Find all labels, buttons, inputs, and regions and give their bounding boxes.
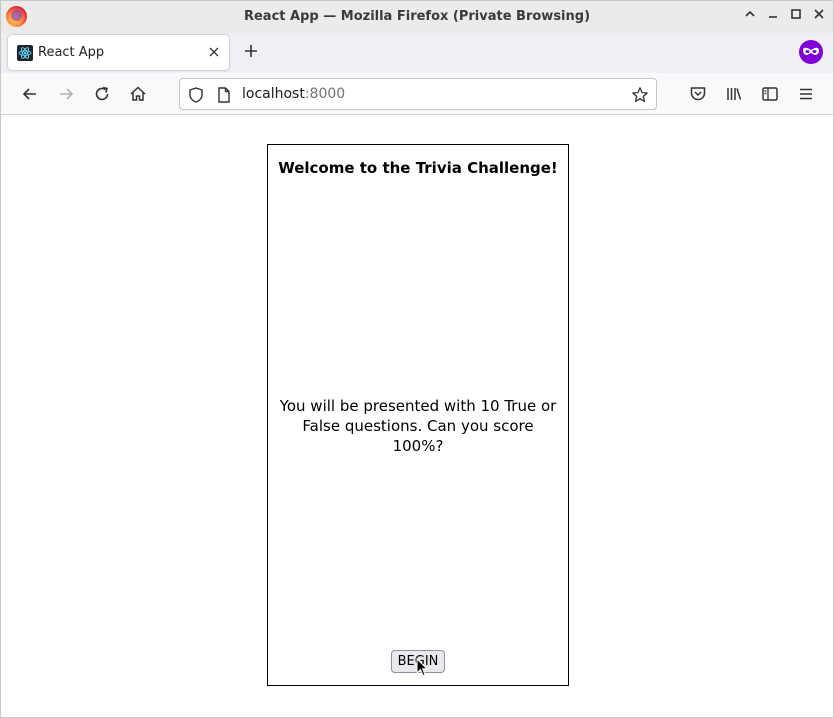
minimize-icon[interactable] xyxy=(763,7,783,27)
window-title: React App — Mozilla Firefox (Private Bro… xyxy=(243,9,591,24)
maximize-icon[interactable] xyxy=(786,7,806,27)
tab-label: React App xyxy=(38,45,105,60)
title-bar: React App — Mozilla Firefox (Private Bro… xyxy=(1,1,833,33)
page-content: Welcome to the Trivia Challenge! You wil… xyxy=(1,116,833,717)
private-browsing-icon xyxy=(799,40,823,64)
navigation-bar: localhost:8000 xyxy=(1,73,833,115)
react-favicon-icon xyxy=(17,45,33,61)
url-bar[interactable]: localhost:8000 xyxy=(179,78,657,110)
url-port: :8000 xyxy=(304,86,346,102)
back-arrow-icon[interactable] xyxy=(20,84,40,104)
chevron-up-icon[interactable] xyxy=(740,7,760,27)
tab-react-app[interactable]: React App xyxy=(8,35,229,70)
url-text[interactable]: localhost:8000 xyxy=(242,86,345,102)
page-icon[interactable] xyxy=(215,86,233,104)
cursor-icon xyxy=(416,657,429,681)
bookmark-star-icon[interactable] xyxy=(631,86,649,104)
library-icon[interactable] xyxy=(724,84,744,104)
trivia-card: Welcome to the Trivia Challenge! You wil… xyxy=(267,144,569,686)
close-window-icon[interactable] xyxy=(809,7,829,27)
shield-icon[interactable] xyxy=(187,86,205,104)
sidebar-icon[interactable] xyxy=(760,84,780,104)
page-title: Welcome to the Trivia Challenge! xyxy=(278,159,558,177)
forward-arrow-icon[interactable] xyxy=(56,84,76,104)
menu-icon[interactable] xyxy=(796,84,816,104)
close-icon[interactable] xyxy=(209,43,219,61)
browser-window: React App — Mozilla Firefox (Private Bro… xyxy=(0,0,834,718)
intro-text: You will be presented with 10 True or Fa… xyxy=(279,397,557,455)
tab-bar: React App xyxy=(1,33,833,73)
home-icon[interactable] xyxy=(128,84,148,104)
url-host: localhost xyxy=(242,86,305,102)
pocket-icon[interactable] xyxy=(688,84,708,104)
plus-icon[interactable] xyxy=(241,41,261,61)
reload-icon[interactable] xyxy=(92,84,112,104)
